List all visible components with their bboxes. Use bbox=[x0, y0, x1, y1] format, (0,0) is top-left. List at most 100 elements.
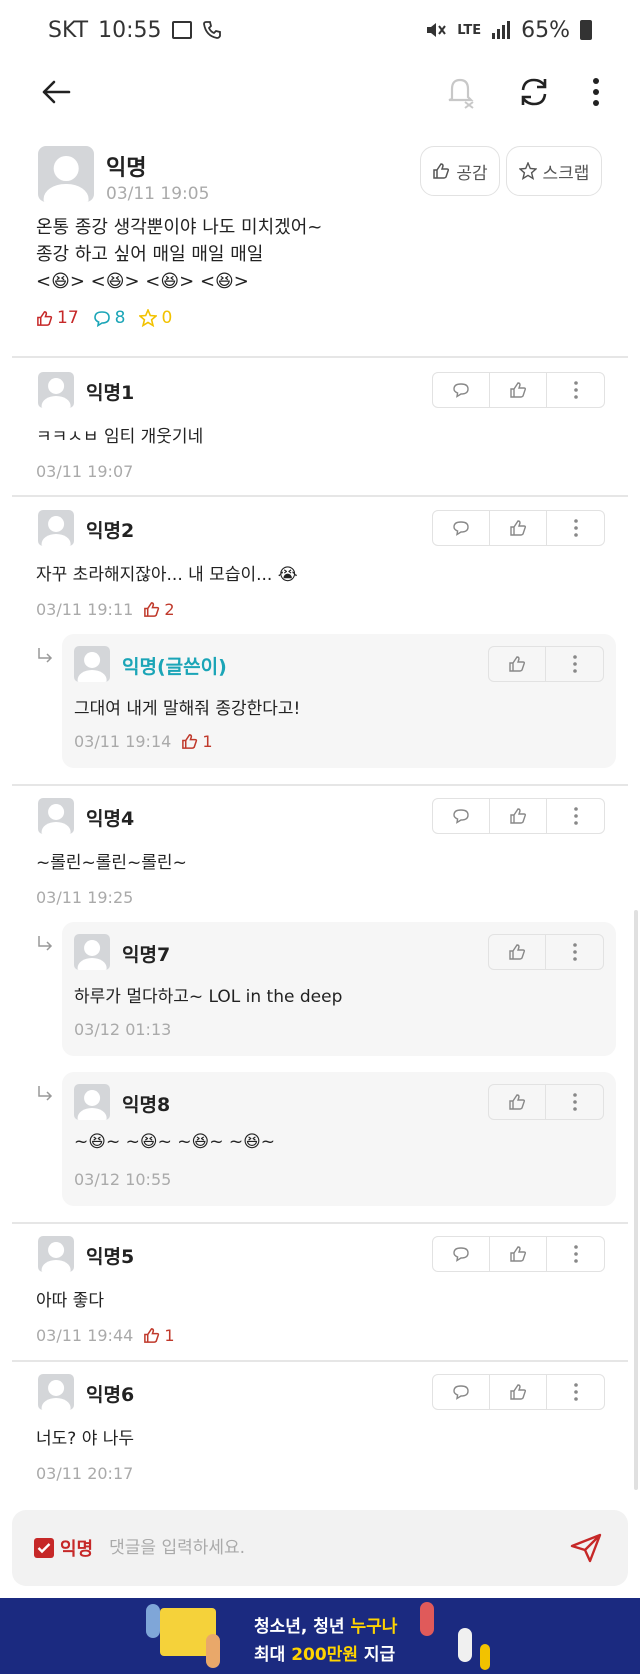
post-stats: 17 8 0 bbox=[36, 308, 172, 328]
scrap-button[interactable]: 스크랩 bbox=[506, 146, 602, 196]
comment-count-value: 8 bbox=[114, 308, 126, 328]
more-vertical-icon bbox=[573, 807, 578, 825]
empathy-label: 공감 bbox=[456, 163, 488, 184]
more-vertical-icon bbox=[593, 78, 599, 106]
thumbs-up-icon bbox=[144, 602, 160, 617]
thumbs-up-icon bbox=[37, 310, 53, 326]
comment-more-button[interactable] bbox=[547, 1375, 604, 1409]
reply-author: 익명8 bbox=[122, 1094, 171, 1116]
reply-text: 하루가 멀다하고~ LOL in the deep bbox=[74, 987, 343, 1007]
speech-bubble-icon bbox=[453, 521, 469, 536]
like-button[interactable] bbox=[489, 935, 546, 969]
comment-input[interactable] bbox=[109, 1538, 566, 1558]
banner-text: 청소년, 청년 bbox=[254, 1617, 351, 1637]
star-icon bbox=[518, 162, 537, 180]
reply-more-button[interactable] bbox=[546, 1085, 603, 1119]
comment-time: 03/11 19:25 bbox=[36, 888, 134, 907]
anonymous-checkbox[interactable] bbox=[34, 1538, 54, 1558]
banner-figure bbox=[206, 1634, 220, 1668]
post-body: 온통 종강 생각뿐이야 나도 미치겠어~ 종강 하고 싶어 매일 매일 매일 <… bbox=[36, 214, 322, 295]
more-vertical-icon bbox=[573, 1245, 578, 1263]
empathy-button[interactable]: 공감 bbox=[420, 146, 500, 196]
like-button[interactable] bbox=[490, 799, 547, 833]
like-button[interactable] bbox=[489, 1085, 546, 1119]
comment-text: 자꾸 초라해지잖아... 내 모습이... 😭 bbox=[36, 565, 298, 585]
comment-more-button[interactable] bbox=[547, 1237, 604, 1271]
comment-text: 아따 좋다 bbox=[36, 1291, 104, 1311]
comment-author: 익명4 bbox=[86, 808, 135, 830]
banner-text: 지급 bbox=[357, 1645, 396, 1665]
comment-vote: 2 bbox=[143, 600, 175, 619]
reply-time: 03/12 10:55 bbox=[74, 1170, 172, 1189]
divider bbox=[12, 1222, 628, 1224]
reply-more-button[interactable] bbox=[546, 647, 603, 681]
comment-author: 익명2 bbox=[86, 520, 135, 542]
banner-figure bbox=[146, 1604, 160, 1638]
notification-off-button[interactable] bbox=[438, 70, 482, 114]
more-vertical-icon bbox=[572, 943, 577, 961]
more-vertical-icon bbox=[573, 381, 578, 399]
more-options-button[interactable] bbox=[574, 70, 618, 114]
like-button[interactable] bbox=[490, 1375, 547, 1409]
reply-button[interactable] bbox=[433, 511, 490, 545]
post-avatar bbox=[38, 146, 94, 202]
scrap-count: 0 bbox=[139, 308, 172, 328]
banner-text-line1: 청소년, 청년 누구나 bbox=[254, 1612, 397, 1637]
star-icon bbox=[139, 309, 158, 327]
comment-more-button[interactable] bbox=[547, 373, 604, 407]
reply: 익명(글쓴이) 그대여 내게 말해줘 종강한다고! 03/11 19:14 1 bbox=[38, 634, 616, 768]
comment-text: ~롤린~롤린~롤린~ bbox=[36, 853, 187, 873]
status-bar: SKT 10:55 LTE 65% bbox=[0, 0, 640, 60]
reply-avatar bbox=[74, 1084, 110, 1120]
reply-actions bbox=[488, 646, 604, 682]
ad-banner[interactable]: 청소년, 청년 누구나 최대 200만원 지급 bbox=[0, 1598, 640, 1674]
reply-actions bbox=[488, 934, 604, 970]
reply-more-button[interactable] bbox=[546, 935, 603, 969]
like-button[interactable] bbox=[490, 1237, 547, 1271]
back-button[interactable] bbox=[34, 70, 78, 114]
more-vertical-icon bbox=[573, 519, 578, 537]
comment-vote: 1 bbox=[143, 1326, 175, 1345]
like-button[interactable] bbox=[489, 647, 546, 681]
speech-bubble-icon bbox=[453, 383, 469, 398]
mute-icon bbox=[427, 23, 447, 37]
carrier-label: SKT bbox=[48, 17, 89, 43]
speech-bubble-icon bbox=[93, 310, 110, 327]
thumbs-up-icon bbox=[509, 1094, 526, 1110]
reply-meta: 03/12 10:55 bbox=[74, 1170, 171, 1189]
comment-meta: 03/11 19:25 bbox=[36, 888, 133, 907]
send-button[interactable] bbox=[566, 1528, 606, 1568]
reply-author: 익명(글쓴이) bbox=[122, 656, 227, 678]
like-count: 17 bbox=[36, 308, 79, 328]
back-arrow-icon bbox=[42, 80, 71, 104]
reply-button[interactable] bbox=[433, 373, 490, 407]
comment-author: 익명6 bbox=[86, 1384, 135, 1406]
reply-button[interactable] bbox=[433, 1375, 490, 1409]
like-button[interactable] bbox=[490, 511, 547, 545]
refresh-button[interactable] bbox=[512, 70, 556, 114]
comment-more-button[interactable] bbox=[547, 799, 604, 833]
comment-actions bbox=[432, 1374, 605, 1410]
thumbs-up-icon bbox=[509, 944, 526, 960]
divider bbox=[12, 495, 628, 497]
reply-arrow-icon bbox=[38, 936, 53, 951]
scrollbar[interactable] bbox=[634, 910, 638, 1490]
gallery-icon bbox=[171, 21, 192, 39]
reply-button[interactable] bbox=[433, 799, 490, 833]
comment-input-bar: 익명 bbox=[12, 1510, 628, 1586]
banner-figure bbox=[420, 1602, 434, 1636]
post-body-line: 종강 하고 싶어 매일 매일 매일 bbox=[36, 244, 264, 265]
reply-button[interactable] bbox=[433, 1237, 490, 1271]
banner-figure bbox=[480, 1644, 490, 1670]
comment-more-button[interactable] bbox=[547, 511, 604, 545]
reply-arrow-icon bbox=[38, 648, 53, 663]
divider bbox=[12, 1360, 628, 1362]
like-button[interactable] bbox=[490, 373, 547, 407]
reply-avatar bbox=[74, 934, 110, 970]
banner-highlight: 누구나 bbox=[350, 1617, 398, 1637]
divider bbox=[12, 784, 628, 786]
refresh-icon bbox=[521, 78, 547, 106]
reply-author: 익명7 bbox=[122, 944, 171, 966]
signal-icon bbox=[492, 21, 511, 39]
thumbs-up-icon bbox=[510, 808, 527, 824]
